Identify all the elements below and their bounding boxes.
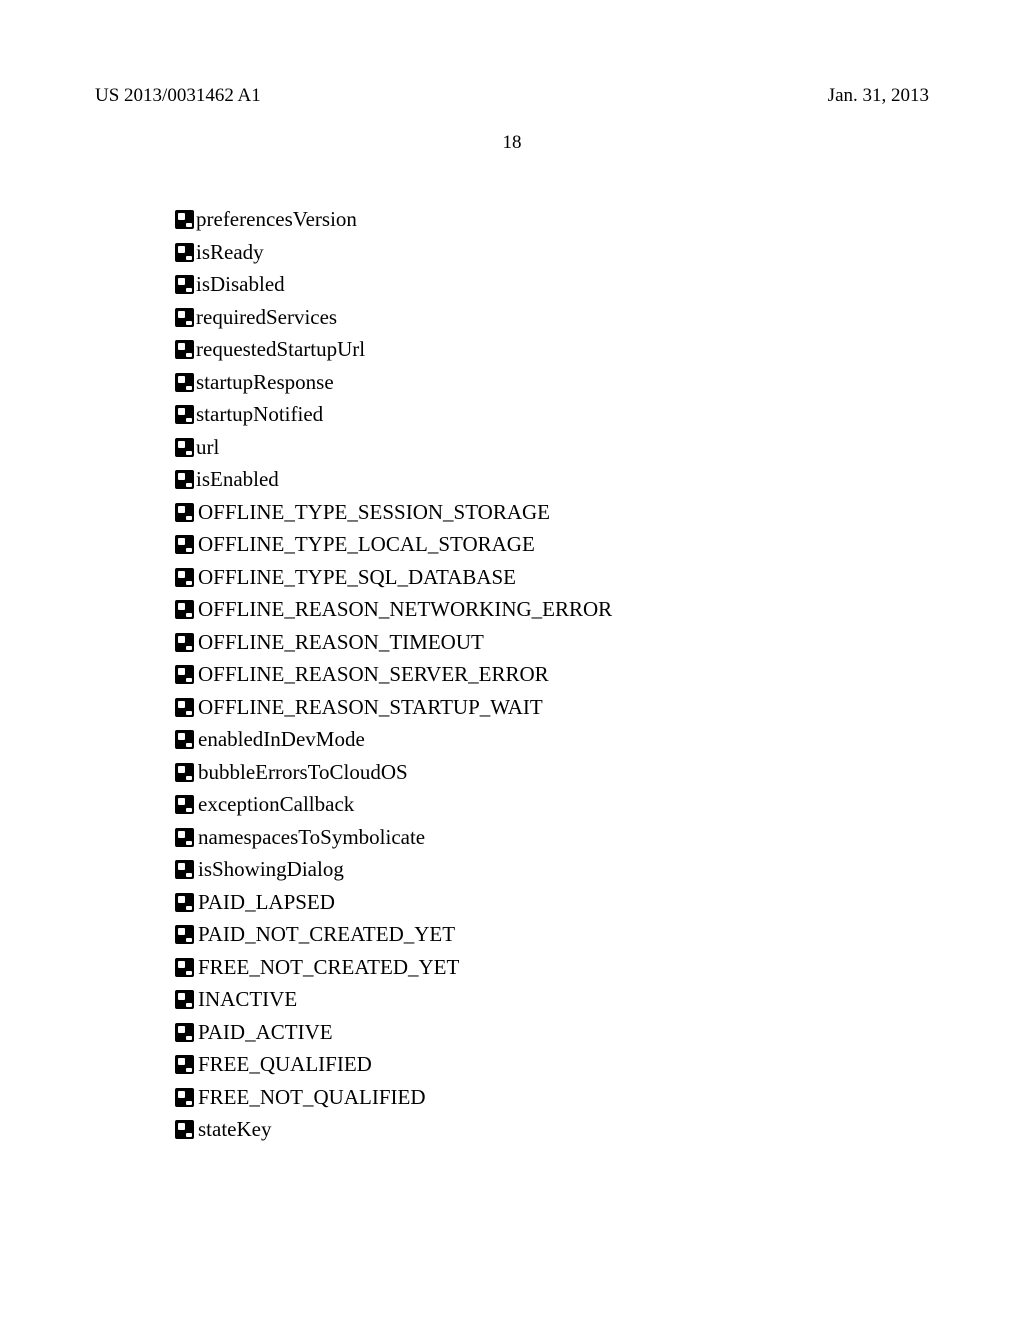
property-label: url <box>196 432 219 464</box>
property-label: PAID_LAPSED <box>198 887 335 919</box>
list-item: FREE_NOT_QUALIFIED <box>175 1082 929 1114</box>
property-marker-icon <box>175 893 194 912</box>
property-marker-icon <box>175 405 194 424</box>
property-label: INACTIVE <box>198 984 297 1016</box>
list-item: OFFLINE_REASON_SERVER_ERROR <box>175 659 929 691</box>
property-marker-icon <box>175 503 194 522</box>
property-marker-icon <box>175 828 194 847</box>
property-label: exceptionCallback <box>198 789 354 821</box>
document-number: US 2013/0031462 A1 <box>95 85 261 107</box>
list-item: PAID_ACTIVE <box>175 1017 929 1049</box>
list-item: PAID_NOT_CREATED_YET <box>175 919 929 951</box>
page-number: 18 <box>95 132 929 154</box>
property-marker-icon <box>175 958 194 977</box>
property-label: startupResponse <box>196 367 334 399</box>
list-item: isShowingDialog <box>175 854 929 886</box>
document-date: Jan. 31, 2013 <box>828 85 929 107</box>
property-label: isReady <box>196 237 264 269</box>
property-label: namespacesToSymbolicate <box>198 822 425 854</box>
property-list: preferencesVersionisReadyisDisabledrequi… <box>175 204 929 1146</box>
property-label: OFFLINE_REASON_TIMEOUT <box>198 627 484 659</box>
property-marker-icon <box>175 275 194 294</box>
property-label: requestedStartupUrl <box>196 334 365 366</box>
list-item: OFFLINE_REASON_NETWORKING_ERROR <box>175 594 929 626</box>
list-item: preferencesVersion <box>175 204 929 236</box>
property-marker-icon <box>175 1023 194 1042</box>
property-label: bubbleErrorsToCloudOS <box>198 757 408 789</box>
list-item: namespacesToSymbolicate <box>175 822 929 854</box>
property-label: OFFLINE_REASON_STARTUP_WAIT <box>198 692 543 724</box>
list-item: requiredServices <box>175 302 929 334</box>
property-label: startupNotified <box>196 399 323 431</box>
list-item: FREE_NOT_CREATED_YET <box>175 952 929 984</box>
property-marker-icon <box>175 665 194 684</box>
property-label: PAID_NOT_CREATED_YET <box>198 919 455 951</box>
property-marker-icon <box>175 340 194 359</box>
property-label: preferencesVersion <box>196 204 357 236</box>
property-marker-icon <box>175 568 194 587</box>
property-label: stateKey <box>198 1114 271 1146</box>
property-marker-icon <box>175 243 194 262</box>
property-label: OFFLINE_TYPE_SQL_DATABASE <box>198 562 516 594</box>
property-marker-icon <box>175 860 194 879</box>
list-item: bubbleErrorsToCloudOS <box>175 757 929 789</box>
property-marker-icon <box>175 438 194 457</box>
property-marker-icon <box>175 308 194 327</box>
list-item: startupResponse <box>175 367 929 399</box>
document-page: US 2013/0031462 A1 Jan. 31, 2013 18 pref… <box>0 0 1024 1146</box>
list-item: PAID_LAPSED <box>175 887 929 919</box>
property-label: requiredServices <box>196 302 337 334</box>
list-item: OFFLINE_TYPE_LOCAL_STORAGE <box>175 529 929 561</box>
property-label: isEnabled <box>196 464 279 496</box>
list-item: isReady <box>175 237 929 269</box>
property-label: OFFLINE_TYPE_LOCAL_STORAGE <box>198 529 535 561</box>
property-label: OFFLINE_REASON_NETWORKING_ERROR <box>198 594 612 626</box>
list-item: FREE_QUALIFIED <box>175 1049 929 1081</box>
property-marker-icon <box>175 1088 194 1107</box>
property-label: OFFLINE_REASON_SERVER_ERROR <box>198 659 549 691</box>
property-marker-icon <box>175 763 194 782</box>
property-label: FREE_NOT_QUALIFIED <box>198 1082 425 1114</box>
property-marker-icon <box>175 373 194 392</box>
property-marker-icon <box>175 210 194 229</box>
page-header: US 2013/0031462 A1 Jan. 31, 2013 <box>95 85 929 107</box>
list-item: OFFLINE_TYPE_SESSION_STORAGE <box>175 497 929 529</box>
property-label: OFFLINE_TYPE_SESSION_STORAGE <box>198 497 550 529</box>
list-item: OFFLINE_REASON_STARTUP_WAIT <box>175 692 929 724</box>
property-label: enabledInDevMode <box>198 724 365 756</box>
property-marker-icon <box>175 925 194 944</box>
list-item: OFFLINE_REASON_TIMEOUT <box>175 627 929 659</box>
property-marker-icon <box>175 698 194 717</box>
list-item: OFFLINE_TYPE_SQL_DATABASE <box>175 562 929 594</box>
list-item: isDisabled <box>175 269 929 301</box>
list-item: enabledInDevMode <box>175 724 929 756</box>
list-item: url <box>175 432 929 464</box>
list-item: requestedStartupUrl <box>175 334 929 366</box>
property-label: isDisabled <box>196 269 285 301</box>
property-marker-icon <box>175 1055 194 1074</box>
property-marker-icon <box>175 633 194 652</box>
property-label: PAID_ACTIVE <box>198 1017 333 1049</box>
property-marker-icon <box>175 535 194 554</box>
list-item: startupNotified <box>175 399 929 431</box>
list-item: INACTIVE <box>175 984 929 1016</box>
list-item: isEnabled <box>175 464 929 496</box>
property-label: FREE_NOT_CREATED_YET <box>198 952 459 984</box>
list-item: exceptionCallback <box>175 789 929 821</box>
property-label: FREE_QUALIFIED <box>198 1049 372 1081</box>
list-item: stateKey <box>175 1114 929 1146</box>
property-marker-icon <box>175 470 194 489</box>
property-marker-icon <box>175 600 194 619</box>
property-marker-icon <box>175 990 194 1009</box>
property-marker-icon <box>175 795 194 814</box>
property-marker-icon <box>175 730 194 749</box>
property-marker-icon <box>175 1120 194 1139</box>
property-label: isShowingDialog <box>198 854 344 886</box>
